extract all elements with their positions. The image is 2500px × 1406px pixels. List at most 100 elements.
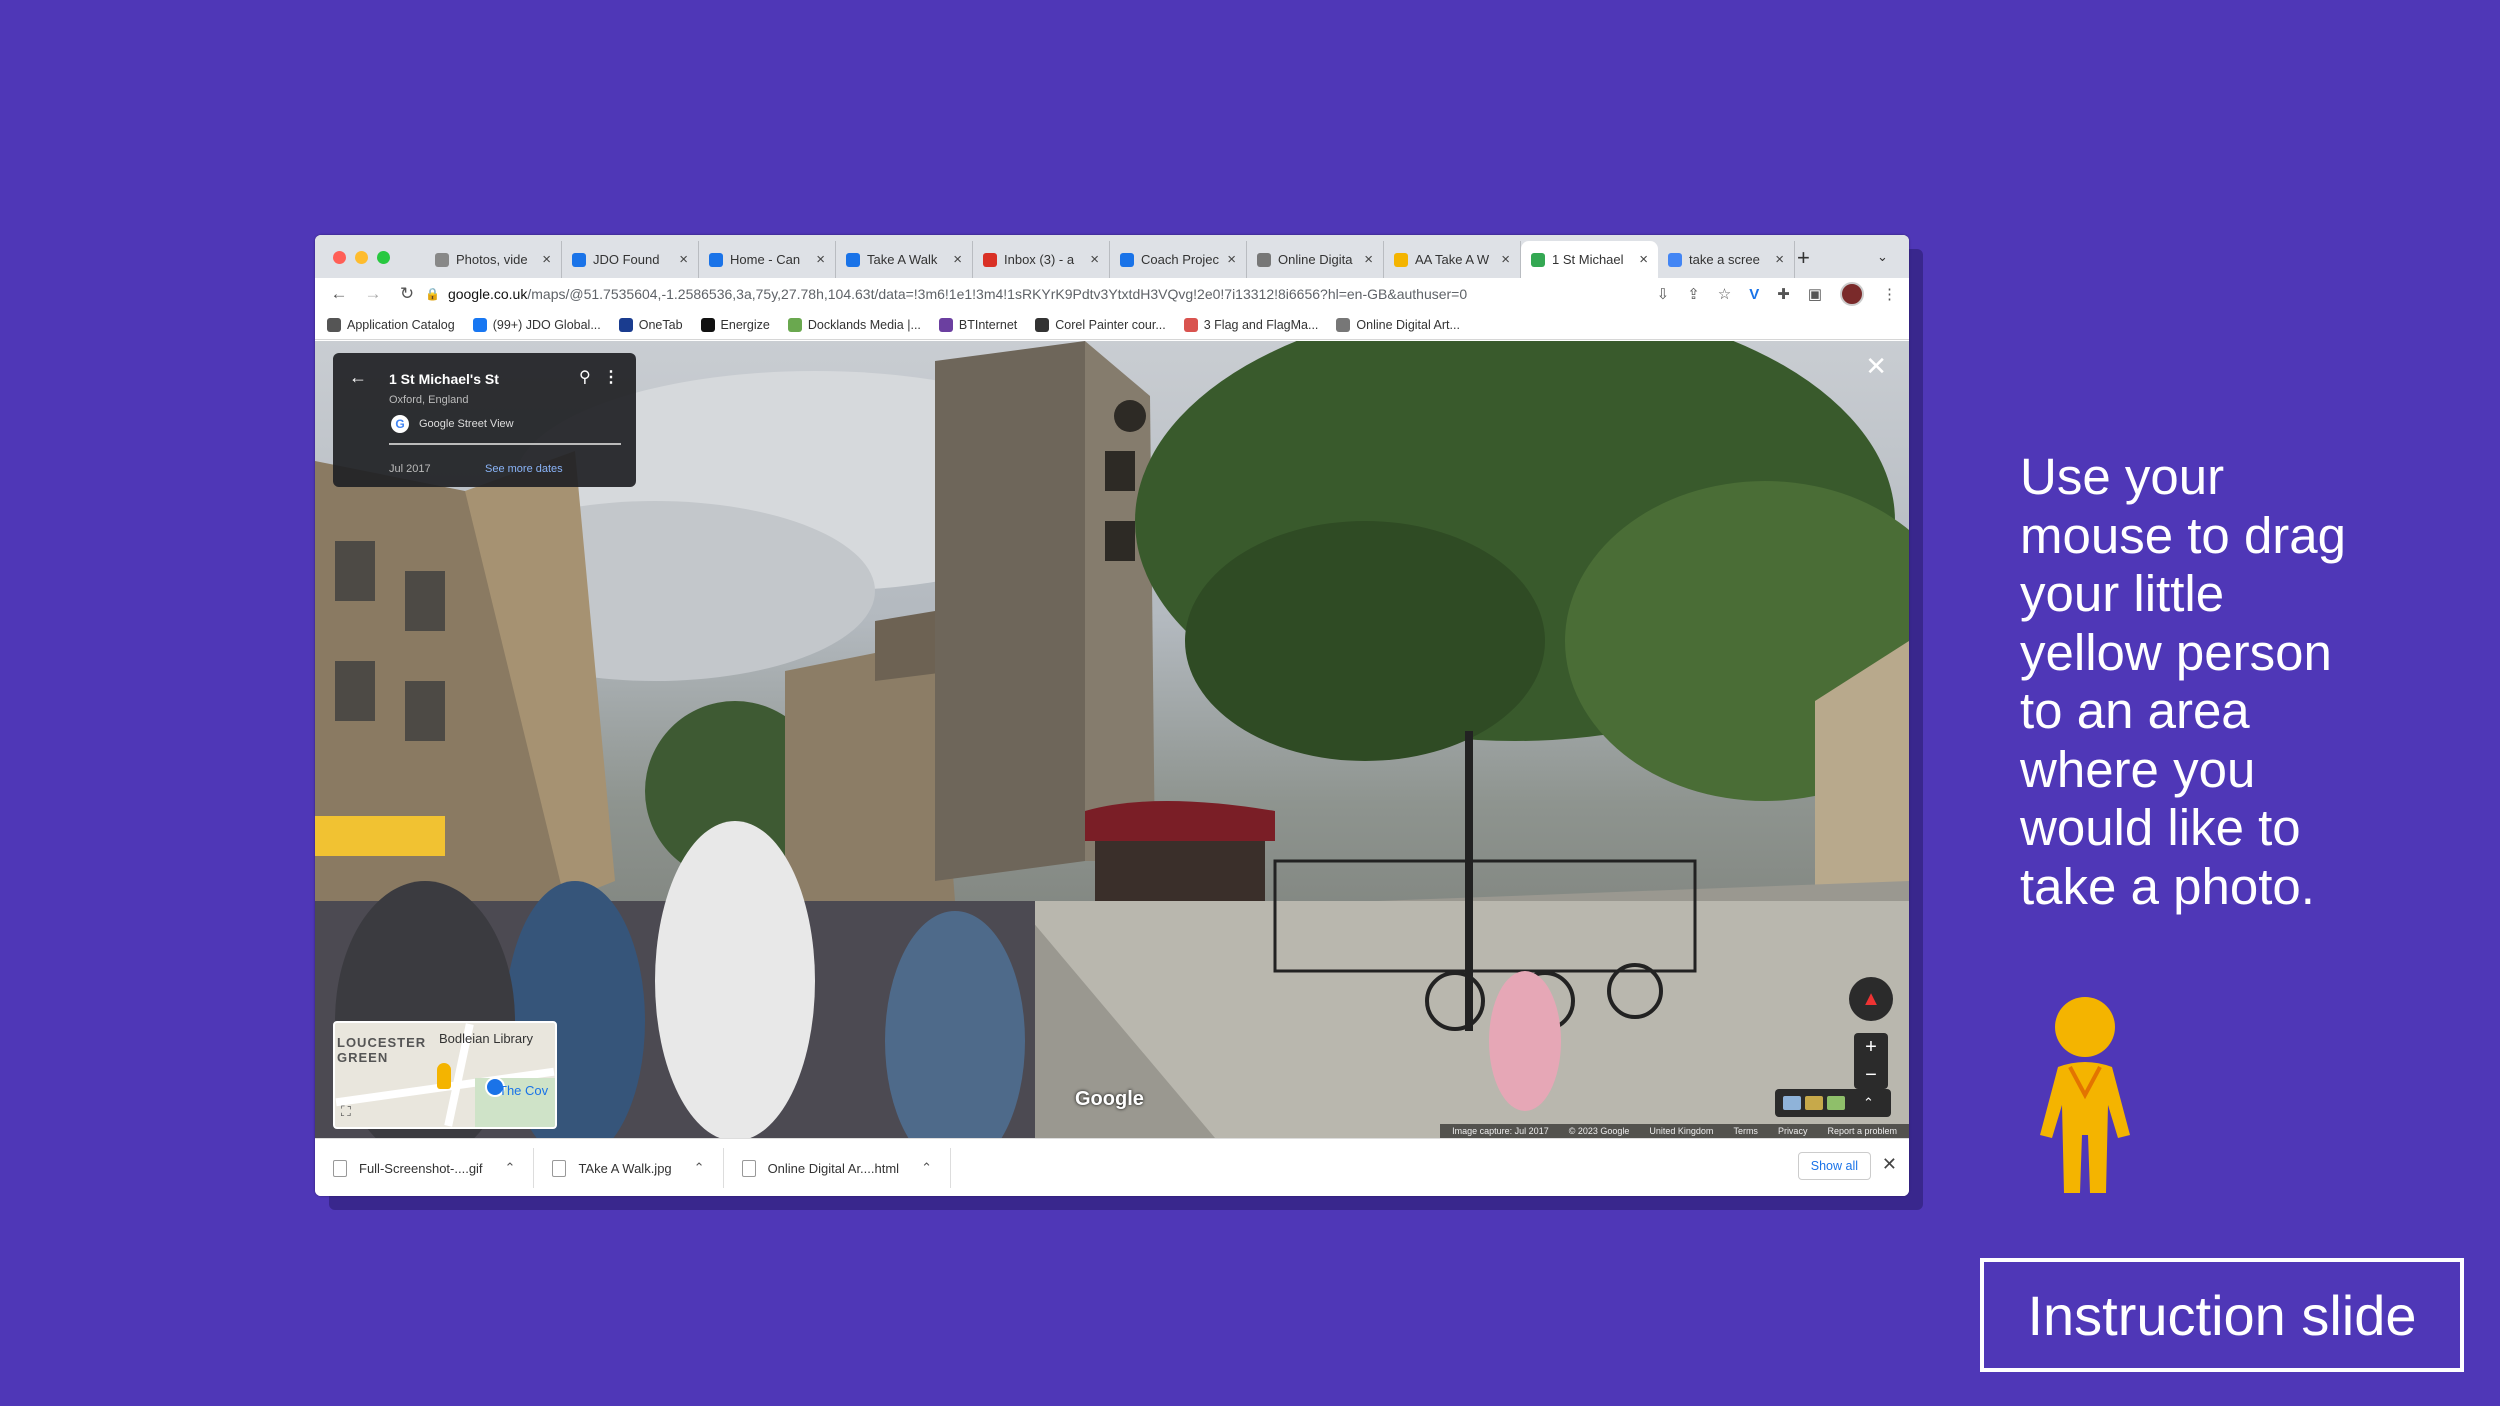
toolbar-actions: ⇩ ⇪ ☆ V ✚ ▣ ⋮: [1657, 282, 1897, 306]
bookmark-favicon-icon: [1035, 317, 1050, 332]
show-all-button[interactable]: Show all: [1797, 1152, 1871, 1180]
map-library-label: Bodleian Library: [439, 1031, 533, 1046]
street-view-panorama[interactable]: ✕ ← 1 St Michael's St Oxford, England ⚲ …: [315, 341, 1909, 1138]
new-tab-button[interactable]: +: [1797, 245, 1810, 271]
map-area-label: LOUCESTER GREEN: [337, 1035, 427, 1065]
bookmark-item[interactable]: Docklands Media |...: [787, 317, 921, 332]
close-street-view-button[interactable]: ✕: [1865, 351, 1887, 382]
profile-avatar[interactable]: [1840, 282, 1864, 306]
mini-map[interactable]: LOUCESTER GREEN Bodleian Library The Cov…: [333, 1021, 557, 1129]
close-tab-icon[interactable]: ×: [1501, 251, 1510, 268]
bookmark-label: BTInternet: [958, 317, 1018, 332]
downloads-bar: Full-Screenshot-....gif ⌃ TAke A Walk.jp…: [315, 1138, 1909, 1196]
browser-window: Photos, vide × JDO Found × Home - Can × Take A…: [315, 235, 1909, 1196]
tab-9[interactable]: take a scree ×: [1658, 241, 1795, 278]
tab-3[interactable]: Take A Walk ×: [836, 241, 973, 278]
zoom-out-button[interactable]: −: [1854, 1061, 1888, 1089]
url-path: /maps/@51.7535604,-1.2586536,3a,75y,27.7…: [527, 286, 1468, 302]
star-icon[interactable]: ☆: [1718, 285, 1731, 303]
tab-label: JDO Found: [593, 252, 660, 267]
maximize-window-button[interactable]: [377, 251, 390, 264]
minimize-window-button[interactable]: [355, 251, 368, 264]
bookmark-item[interactable]: BTInternet: [938, 317, 1018, 332]
close-window-button[interactable]: [333, 251, 346, 264]
close-tab-icon[interactable]: ×: [1227, 251, 1236, 268]
expand-icon[interactable]: ⛶: [341, 1103, 351, 1120]
docs-icon: [1120, 252, 1134, 267]
bookmark-label: Docklands Media |...: [807, 317, 921, 332]
see-more-dates-link[interactable]: See more dates: [485, 463, 563, 475]
compass-icon[interactable]: ▲: [1849, 977, 1893, 1021]
zoom-controls: + −: [1854, 1033, 1888, 1089]
url-host: google.co.uk: [447, 286, 528, 302]
chevron-up-icon[interactable]: ⌃: [694, 1160, 705, 1176]
layers-control[interactable]: ⌃: [1775, 1089, 1891, 1117]
close-tab-icon[interactable]: ×: [953, 251, 962, 268]
source-label: Google Street View: [419, 418, 514, 430]
tab-1[interactable]: JDO Found ×: [562, 241, 699, 278]
bookmark-item[interactable]: (99+) JDO Global...: [472, 317, 601, 332]
pegman-marker-icon[interactable]: [437, 1063, 451, 1089]
zoom-in-button[interactable]: +: [1854, 1033, 1888, 1061]
tab-4[interactable]: Inbox (3) - a ×: [973, 241, 1110, 278]
reload-icon[interactable]: ↻: [395, 284, 419, 304]
footer-item: United Kingdom: [1649, 1126, 1714, 1136]
bookmark-item[interactable]: Corel Painter cour...: [1035, 317, 1166, 332]
street-view-footer: Image capture: Jul 2017 © 2023 Google Unit…: [1440, 1124, 1909, 1138]
footer-item[interactable]: Report a problem: [1827, 1126, 1897, 1136]
tab-5[interactable]: Coach Projec ×: [1110, 241, 1247, 278]
google-watermark: Google: [1075, 1088, 1144, 1110]
bookmark-favicon-icon: [1183, 317, 1198, 332]
bookmarks-bar: Application Catalog (99+) JDO Global... On…: [315, 310, 1909, 340]
chevron-up-icon[interactable]: ⌃: [921, 1160, 932, 1176]
close-tab-icon[interactable]: ×: [1364, 251, 1373, 268]
close-tab-icon[interactable]: ×: [1639, 251, 1648, 268]
back-arrow-icon[interactable]: ←: [349, 367, 367, 388]
tab-label: Take A Walk: [867, 252, 938, 267]
close-tab-icon[interactable]: ×: [679, 251, 688, 268]
bookmark-item[interactable]: 3 Flag and FlagMa...: [1183, 317, 1318, 332]
bookmark-item[interactable]: Online Digital Art...: [1336, 317, 1460, 332]
share-icon[interactable]: ⇪: [1687, 285, 1700, 303]
chevron-up-icon[interactable]: ⌃: [505, 1160, 516, 1176]
tab-2[interactable]: Home - Can ×: [699, 241, 836, 278]
menu-icon[interactable]: ⋮: [1882, 285, 1897, 303]
download-filename: Full-Screenshot-....gif: [359, 1160, 483, 1176]
bookmark-item[interactable]: OneTab: [618, 317, 683, 332]
footer-item[interactable]: Terms: [1733, 1126, 1758, 1136]
back-icon[interactable]: ←: [327, 284, 351, 304]
download-item[interactable]: Online Digital Ar....html ⌃: [724, 1148, 951, 1188]
bookmark-favicon-icon: [938, 317, 953, 332]
tab-search-button[interactable]: ⌄: [1877, 249, 1888, 265]
close-downloads-icon[interactable]: ✕: [1882, 1154, 1897, 1175]
close-tab-icon[interactable]: ×: [1775, 251, 1784, 268]
bookmark-item[interactable]: Application Catalog: [327, 317, 455, 332]
layer-thumb: [1783, 1096, 1801, 1110]
tab-0[interactable]: Photos, vide ×: [425, 241, 562, 278]
window-controls: [333, 251, 390, 264]
close-tab-icon[interactable]: ×: [816, 251, 825, 268]
pin-icon[interactable]: ⚲: [579, 367, 591, 387]
toolbar: ← → ↻ 🔒 google.co.uk/maps/@51.7535604,-1…: [315, 278, 1909, 310]
side-panel-icon[interactable]: ▣: [1808, 285, 1822, 303]
location-subtitle: Oxford, England: [389, 394, 469, 406]
extensions-icon[interactable]: ✚: [1777, 285, 1790, 303]
close-tab-icon[interactable]: ×: [1090, 251, 1099, 268]
lock-icon: 🔒: [425, 287, 440, 301]
bookmark-item[interactable]: Energize: [700, 317, 770, 332]
tab-8[interactable]: 1 St Michael ×: [1521, 241, 1658, 278]
tab-6[interactable]: Online Digita ×: [1247, 241, 1384, 278]
download-item[interactable]: TAke A Walk.jpg ⌃: [534, 1148, 724, 1188]
divider: [389, 443, 621, 445]
tab-label: Inbox (3) - a: [1004, 252, 1075, 267]
footer-item[interactable]: Privacy: [1778, 1126, 1808, 1136]
extension-v-icon[interactable]: V: [1749, 286, 1759, 303]
download-item[interactable]: Full-Screenshot-....gif ⌃: [315, 1148, 535, 1188]
forward-icon[interactable]: →: [361, 284, 385, 304]
close-tab-icon[interactable]: ×: [542, 251, 551, 268]
more-options-icon[interactable]: ⋮: [603, 367, 619, 387]
tab-label: take a scree: [1689, 252, 1760, 267]
install-icon[interactable]: ⇩: [1657, 285, 1670, 303]
tab-7[interactable]: AA Take A W ×: [1384, 241, 1521, 278]
lock-icon: [1257, 252, 1271, 267]
